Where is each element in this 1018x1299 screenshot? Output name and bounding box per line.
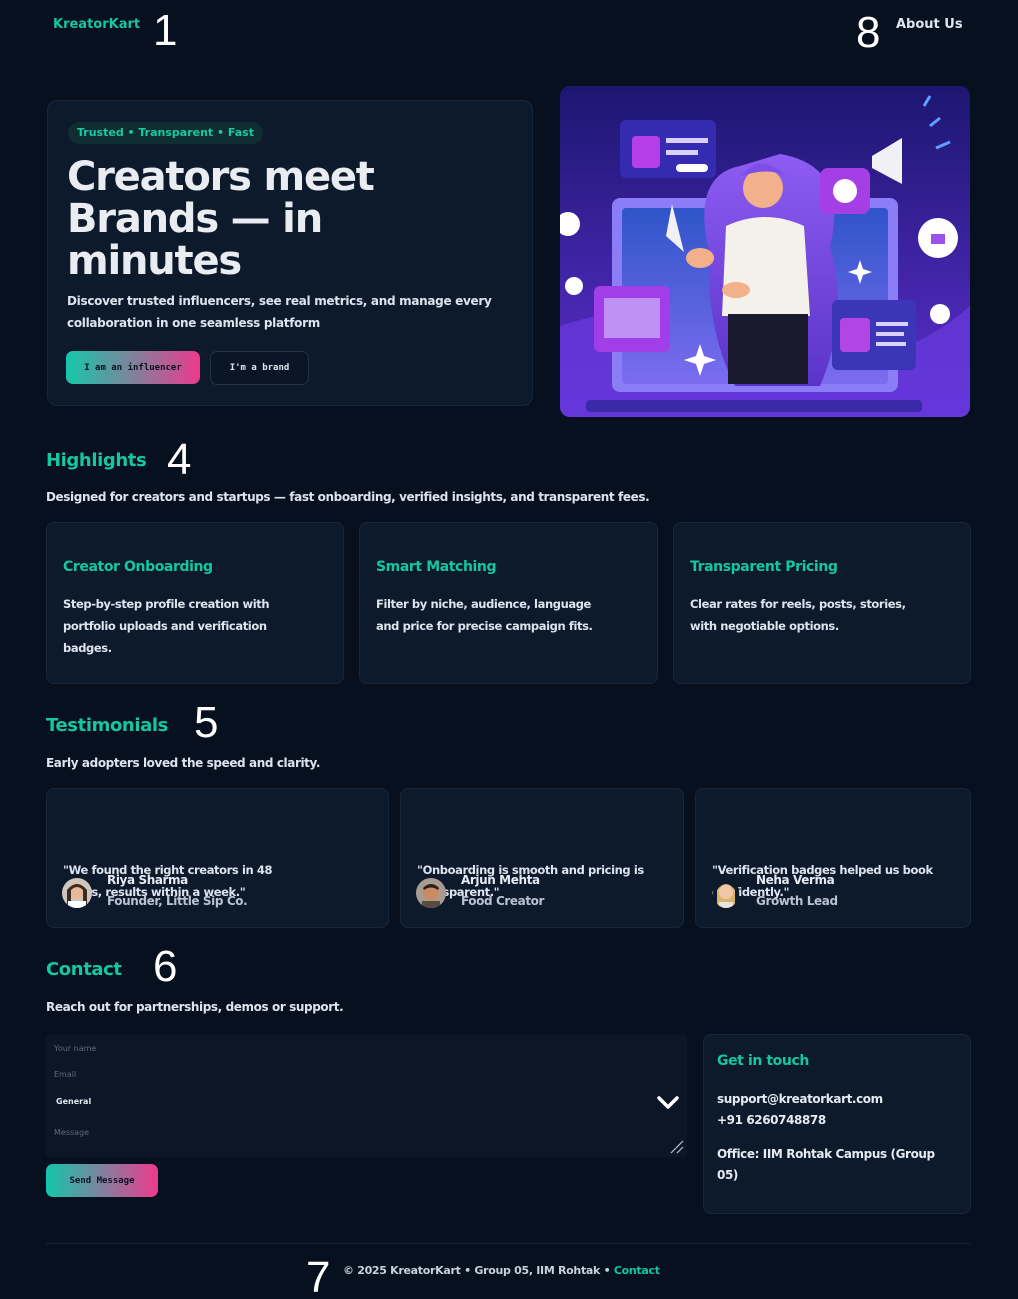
office-address: Office: IIM Rohtak Campus (Group 05): [717, 1147, 935, 1182]
footer-copyright: © 2025 KreatorKart • Group 05, IIM Rohta…: [343, 1264, 611, 1277]
marker-4: 4: [167, 435, 192, 484]
highlight-card-text: Filter by niche, audience, language and …: [376, 597, 593, 633]
highlight-card-matching: Smart Matching Filter by niche, audience…: [359, 522, 658, 684]
support-phone[interactable]: +91 6260748878: [717, 1110, 957, 1131]
hero-description: Discover trusted influencers, see real m…: [67, 294, 492, 330]
testimonial-role: Food Creator: [461, 894, 545, 908]
send-message-button[interactable]: Send Message: [46, 1164, 158, 1197]
about-us-link[interactable]: About Us: [896, 17, 963, 32]
testimonial-name: Arjun Mehta: [461, 873, 540, 887]
footer: © 2025 KreatorKart • Group 05, IIM Rohta…: [343, 1264, 660, 1277]
highlight-card-text: Step-by-step profile creation with portf…: [63, 597, 270, 655]
influencer-button[interactable]: I am an influencer: [66, 351, 200, 384]
highlight-card-title: Creator Onboarding: [63, 559, 213, 575]
name-input[interactable]: [54, 1037, 674, 1059]
testimonial-name: Riya Sharma: [107, 873, 188, 887]
highlight-card-title: Transparent Pricing: [690, 559, 838, 575]
marker-1: 1: [153, 6, 178, 55]
marker-5: 5: [194, 698, 219, 747]
brand-logo-link[interactable]: KreatorKart: [53, 17, 140, 32]
avatar: [416, 878, 446, 908]
brand-button[interactable]: I'm a brand: [210, 351, 309, 385]
get-in-touch-title: Get in touch: [717, 1053, 809, 1069]
marker-6: 6: [153, 942, 178, 991]
testimonial-card: "Verification badges helped us book conf…: [695, 788, 971, 928]
topic-select[interactable]: General: [56, 1090, 676, 1114]
testimonial-role: Growth Lead: [756, 894, 838, 908]
message-textarea[interactable]: [54, 1121, 674, 1143]
testimonials-subtitle: Early adopters loved the speed and clari…: [46, 756, 320, 770]
testimonials-title: Testimonials: [46, 715, 168, 736]
marker-8: 8: [856, 8, 881, 57]
testimonial-role: Founder, Little Sip Co.: [107, 894, 248, 908]
testimonial-card: "Onboarding is smooth and pricing is tra…: [400, 788, 684, 928]
highlight-card-onboarding: Creator Onboarding Step-by-step profile …: [46, 522, 344, 684]
footer-divider: [46, 1243, 971, 1244]
chevron-down-icon[interactable]: [655, 1092, 681, 1114]
hero-card: Trusted • Transparent • Fast Creators me…: [47, 100, 533, 406]
testimonial-name: Neha Verma: [756, 873, 835, 887]
testimonial-card: "We found the right creators in 48 hours…: [46, 788, 389, 928]
highlights-title: Highlights: [46, 450, 147, 471]
highlights-subtitle: Designed for creators and startups — fas…: [46, 490, 650, 504]
contact-title: Contact: [46, 959, 122, 980]
highlight-card-title: Smart Matching: [376, 559, 497, 575]
email-input[interactable]: [54, 1063, 674, 1085]
contact-info-card: Get in touch support@kreatorkart.com +91…: [703, 1034, 971, 1214]
support-email[interactable]: support@kreatorkart.com: [717, 1089, 957, 1110]
contact-subtitle: Reach out for partnerships, demos or sup…: [46, 1000, 344, 1014]
resize-handle-icon[interactable]: [668, 1138, 684, 1154]
hero-title: Creators meet Brands — in minutes: [67, 154, 375, 284]
highlight-card-pricing: Transparent Pricing Clear rates for reel…: [673, 522, 971, 684]
tagline-pill: Trusted • Transparent • Fast: [68, 122, 263, 144]
avatar: [713, 878, 739, 908]
highlight-card-text: Clear rates for reels, posts, stories, w…: [690, 597, 906, 633]
marker-7: 7: [306, 1253, 331, 1299]
avatar: [62, 878, 92, 908]
hero-illustration: [560, 86, 970, 417]
footer-contact-link[interactable]: Contact: [614, 1264, 660, 1277]
